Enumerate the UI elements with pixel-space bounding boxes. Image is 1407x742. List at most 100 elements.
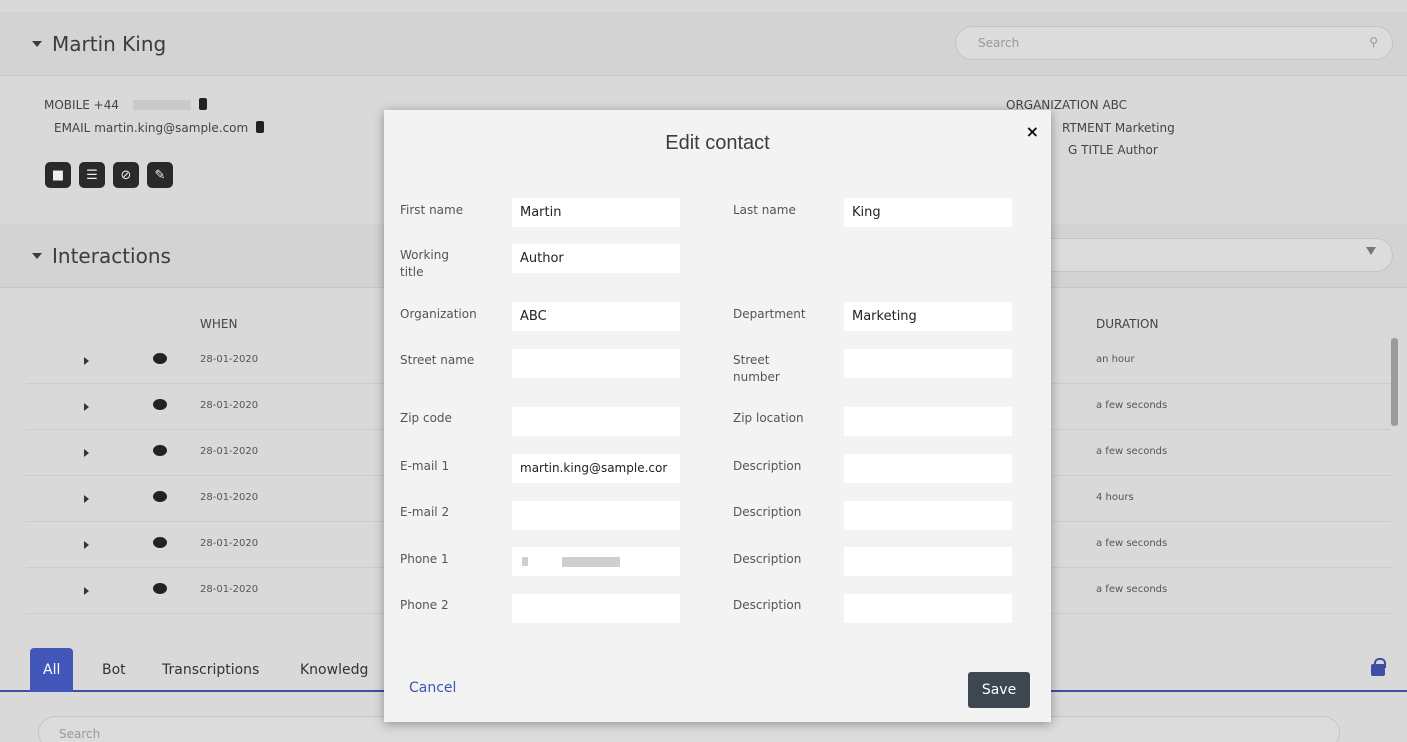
mobile-line: MOBILE +44: [44, 98, 207, 112]
row-duration: 4 hours: [1096, 492, 1134, 503]
chat-icon: [153, 537, 167, 548]
working-title-label: Working title: [400, 248, 449, 279]
last-name-input[interactable]: King: [844, 198, 1012, 227]
cancel-button[interactable]: Cancel: [409, 680, 456, 696]
email-value: martin.king@sample.com: [94, 121, 249, 135]
dept-label: RTMENT: [1062, 121, 1112, 135]
org-value: ABC: [1102, 98, 1128, 112]
chat-icon: [153, 491, 167, 502]
interactions-title[interactable]: Interactions: [32, 244, 171, 268]
row-when: 28-01-2020: [200, 492, 259, 503]
street-name-label: Street name: [400, 353, 475, 367]
copy-icon[interactable]: [256, 121, 265, 133]
contact-name: Martin King: [52, 32, 167, 56]
email2-description-input[interactable]: [844, 501, 1012, 530]
email1-description-input[interactable]: [844, 454, 1012, 483]
first-name-label: First name: [400, 203, 464, 217]
phone2-input[interactable]: [512, 594, 680, 623]
edit-contact-modal: Edit contact × First name Martin Last na…: [384, 110, 1051, 722]
phone1-description-label: Description: [733, 552, 802, 566]
search-icon: ⚲: [1369, 35, 1378, 49]
lock-icon[interactable]: [1371, 658, 1386, 676]
organization-input[interactable]: ABC: [512, 302, 680, 331]
email1-label: E-mail 1: [400, 459, 450, 473]
phone2-description-input[interactable]: [844, 594, 1012, 623]
row-duration: a few seconds: [1096, 584, 1168, 595]
zip-location-label: Zip location: [733, 411, 804, 425]
compass-icon[interactable]: ⊘: [113, 162, 139, 188]
row-duration: a few seconds: [1096, 400, 1168, 411]
street-number-input[interactable]: [844, 349, 1012, 378]
collapse-caret-icon[interactable]: [32, 41, 42, 47]
row-when: 28-01-2020: [200, 354, 259, 365]
chat-icon: [153, 399, 167, 410]
col-duration[interactable]: DURATION: [1096, 317, 1158, 331]
zip-code-input[interactable]: [512, 407, 680, 436]
phone1-label: Phone 1: [400, 552, 449, 566]
save-button[interactable]: Save: [968, 672, 1030, 708]
street-name-input[interactable]: [512, 349, 680, 378]
tab-knowledge[interactable]: Knowledg: [300, 648, 368, 692]
contact-card-icon[interactable]: ■: [45, 162, 71, 188]
chat-icon: [153, 353, 167, 364]
organization-label: Organization: [400, 307, 477, 321]
first-name-input[interactable]: Martin: [512, 198, 680, 227]
table-scrollbar[interactable]: [1391, 338, 1398, 426]
mobile-value: +44: [93, 98, 119, 112]
contact-actions: ■ ☰ ⊘ ✎: [45, 162, 173, 188]
col-when[interactable]: WHEN: [200, 317, 237, 331]
close-icon[interactable]: ×: [1026, 122, 1039, 141]
expand-icon[interactable]: [84, 357, 89, 365]
notes-icon[interactable]: ☰: [79, 162, 105, 188]
row-duration: a few seconds: [1096, 446, 1168, 457]
mobile-label: MOBILE: [44, 98, 90, 112]
phone1-description-input[interactable]: [844, 547, 1012, 576]
department-input[interactable]: Marketing: [844, 302, 1012, 331]
dept-value: Marketing: [1114, 121, 1175, 135]
email-line: EMAIL martin.king@sample.com: [54, 121, 265, 135]
interactions-label: Interactions: [52, 244, 171, 268]
expand-icon[interactable]: [84, 403, 89, 411]
filter-icon[interactable]: [1366, 247, 1376, 255]
email2-label: E-mail 2: [400, 505, 450, 519]
row-when: 28-01-2020: [200, 538, 259, 549]
interactions-filter[interactable]: [1033, 238, 1393, 272]
row-when: 28-01-2020: [200, 584, 259, 595]
email1-description-label: Description: [733, 459, 802, 473]
phone2-label: Phone 2: [400, 598, 449, 612]
expand-icon[interactable]: [84, 449, 89, 457]
zip-code-label: Zip code: [400, 411, 452, 425]
search-placeholder: Search: [978, 36, 1020, 50]
zip-location-input[interactable]: [844, 407, 1012, 436]
email1-input[interactable]: martin.king@sample.cor: [512, 454, 680, 483]
title-line: G TITLE Author: [1068, 143, 1158, 157]
working-title-input[interactable]: Author: [512, 244, 680, 273]
row-when: 28-01-2020: [200, 446, 259, 457]
chat-icon: [153, 583, 167, 594]
redacted-phone-number: [562, 557, 620, 567]
tab-all[interactable]: All: [30, 648, 74, 692]
tab-bot[interactable]: Bot: [102, 648, 126, 692]
redacted-phone-prefix: [522, 557, 528, 566]
email2-description-label: Description: [733, 505, 802, 519]
edit-user-icon[interactable]: ✎: [147, 162, 173, 188]
contact-title[interactable]: Martin King: [32, 32, 166, 56]
chat-icon: [153, 445, 167, 456]
copy-icon[interactable]: [198, 98, 207, 110]
street-number-label: Street number: [733, 353, 780, 384]
email2-input[interactable]: [512, 501, 680, 530]
email-label: EMAIL: [54, 121, 91, 135]
expand-icon[interactable]: [84, 541, 89, 549]
expand-icon[interactable]: [84, 495, 89, 503]
contact-search-input[interactable]: Search ⚲: [955, 26, 1393, 60]
search-placeholder: Search: [59, 727, 101, 741]
row-duration: a few seconds: [1096, 538, 1168, 549]
expand-icon[interactable]: [84, 587, 89, 595]
row-when: 28-01-2020: [200, 400, 259, 411]
collapse-caret-icon[interactable]: [32, 253, 42, 259]
last-name-label: Last name: [733, 203, 796, 217]
title-label: G TITLE: [1068, 143, 1114, 157]
title-value: Author: [1117, 143, 1158, 157]
tab-transcriptions[interactable]: Transcriptions: [162, 648, 259, 692]
department-label: Department: [733, 307, 806, 321]
